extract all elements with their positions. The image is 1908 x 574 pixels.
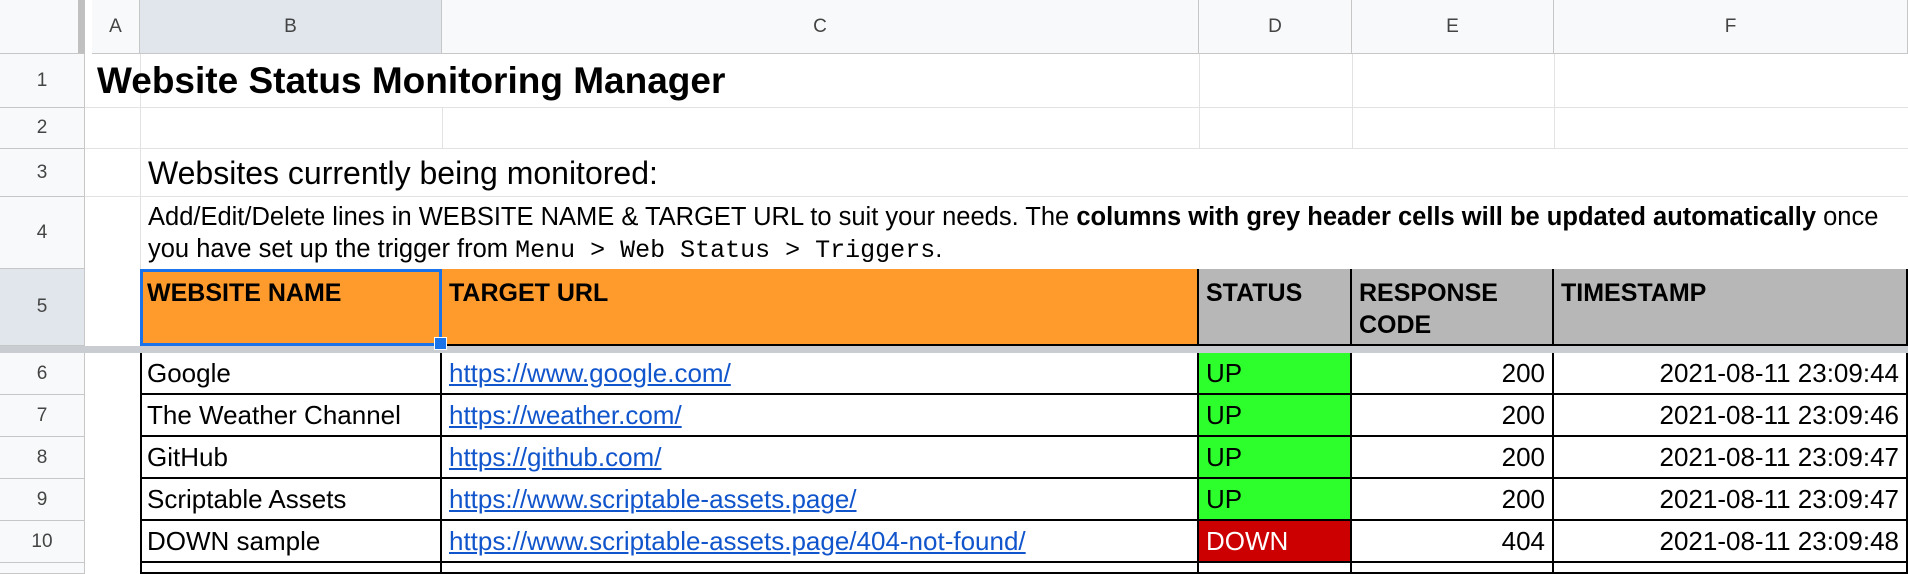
status-cell[interactable]: UP bbox=[1199, 353, 1352, 395]
status-cell[interactable]: UP bbox=[1199, 395, 1352, 437]
response-code-cell[interactable]: 200 bbox=[1352, 353, 1554, 395]
timestamp-cell[interactable]: 2021-08-11 23:09:48 bbox=[1554, 521, 1908, 563]
timestamp-cell[interactable]: 2021-08-11 23:09:47 bbox=[1554, 479, 1908, 521]
status-cell[interactable]: UP bbox=[1199, 479, 1352, 521]
response-code-cell[interactable]: 404 bbox=[1352, 521, 1554, 563]
website-name-cell[interactable]: Google bbox=[140, 353, 442, 395]
column-header-c[interactable]: C bbox=[442, 0, 1199, 54]
empty-cell[interactable] bbox=[442, 563, 1199, 574]
timestamp-cell[interactable]: 2021-08-11 23:09:46 bbox=[1554, 395, 1908, 437]
empty-cell[interactable] bbox=[1554, 563, 1908, 574]
active-cell-selection bbox=[140, 269, 442, 346]
row-header-5[interactable]: 5 bbox=[0, 269, 85, 346]
row-header-9[interactable]: 9 bbox=[0, 479, 85, 521]
header-response-code[interactable]: RESPONSE CODE bbox=[1352, 269, 1554, 346]
column-header-e[interactable]: E bbox=[1352, 0, 1554, 54]
row-header-1[interactable]: 1 bbox=[0, 54, 85, 108]
trigger-menu-path: Menu > Web Status > Triggers bbox=[515, 236, 936, 265]
empty-cell[interactable] bbox=[1199, 563, 1352, 574]
gridline bbox=[1352, 54, 1353, 149]
row-header-4[interactable]: 4 bbox=[0, 197, 85, 269]
response-code-cell[interactable]: 200 bbox=[1352, 437, 1554, 479]
header-status[interactable]: STATUS bbox=[1199, 269, 1352, 346]
column-header-d[interactable]: D bbox=[1199, 0, 1352, 54]
target-url-cell[interactable]: https://www.scriptable-assets.page/ bbox=[442, 479, 1199, 521]
target-url-link[interactable]: https://www.scriptable-assets.page/404-n… bbox=[449, 526, 1026, 557]
website-name-cell[interactable]: GitHub bbox=[140, 437, 442, 479]
response-code-cell[interactable]: 200 bbox=[1352, 479, 1554, 521]
gridline bbox=[442, 108, 443, 149]
page-title[interactable]: Website Status Monitoring Manager bbox=[85, 54, 732, 108]
instructions-bold-text: columns with grey header cells will be u… bbox=[1076, 203, 1817, 231]
status-cell[interactable]: UP bbox=[1199, 437, 1352, 479]
target-url-link[interactable]: https://www.scriptable-assets.page/ bbox=[449, 484, 857, 515]
instructions-cell[interactable]: Add/Edit/Delete lines in WEBSITE NAME & … bbox=[140, 197, 1908, 269]
instructions-text: Add/Edit/Delete lines in WEBSITE NAME & … bbox=[148, 203, 1077, 231]
row-header-8[interactable]: 8 bbox=[0, 437, 85, 479]
column-header-b[interactable]: B bbox=[140, 0, 442, 54]
frozen-rows-divider[interactable] bbox=[0, 346, 1908, 353]
row-header-6[interactable]: 6 bbox=[0, 353, 85, 395]
empty-cell[interactable] bbox=[140, 563, 442, 574]
header-timestamp[interactable]: TIMESTAMP bbox=[1554, 269, 1908, 346]
column-header-a[interactable]: A bbox=[92, 0, 140, 54]
target-url-cell[interactable]: https://github.com/ bbox=[442, 437, 1199, 479]
spreadsheet-grid: A B C D E F 1 2 3 4 5 6 7 8 9 10 Website… bbox=[0, 0, 1908, 574]
target-url-cell[interactable]: https://www.google.com/ bbox=[442, 353, 1199, 395]
gridline bbox=[1554, 54, 1555, 149]
target-url-cell[interactable]: https://www.scriptable-assets.page/404-n… bbox=[442, 521, 1199, 563]
row-header-11[interactable] bbox=[0, 563, 85, 574]
header-target-url[interactable]: TARGET URL bbox=[442, 269, 1199, 346]
select-all-corner[interactable] bbox=[0, 0, 85, 54]
status-cell[interactable]: DOWN bbox=[1199, 521, 1352, 563]
target-url-cell[interactable]: https://weather.com/ bbox=[442, 395, 1199, 437]
gridline bbox=[1199, 54, 1200, 149]
target-url-link[interactable]: https://weather.com/ bbox=[449, 400, 682, 431]
row-header-7[interactable]: 7 bbox=[0, 395, 85, 437]
timestamp-cell[interactable]: 2021-08-11 23:09:44 bbox=[1554, 353, 1908, 395]
instructions-end: . bbox=[935, 235, 943, 263]
timestamp-cell[interactable]: 2021-08-11 23:09:47 bbox=[1554, 437, 1908, 479]
column-header-f[interactable]: F bbox=[1554, 0, 1908, 54]
website-name-cell[interactable]: Scriptable Assets bbox=[140, 479, 442, 521]
monitored-subtitle[interactable]: Websites currently being monitored: bbox=[140, 149, 665, 197]
website-name-cell[interactable]: DOWN sample bbox=[140, 521, 442, 563]
website-name-cell[interactable]: The Weather Channel bbox=[140, 395, 442, 437]
empty-cell[interactable] bbox=[1352, 563, 1554, 574]
target-url-link[interactable]: https://github.com/ bbox=[449, 442, 661, 473]
row-header-10[interactable]: 10 bbox=[0, 521, 85, 563]
fill-handle[interactable] bbox=[434, 337, 447, 350]
row-header-2[interactable]: 2 bbox=[0, 108, 85, 149]
response-code-cell[interactable]: 200 bbox=[1352, 395, 1554, 437]
row-header-3[interactable]: 3 bbox=[0, 149, 85, 197]
target-url-link[interactable]: https://www.google.com/ bbox=[449, 358, 731, 389]
